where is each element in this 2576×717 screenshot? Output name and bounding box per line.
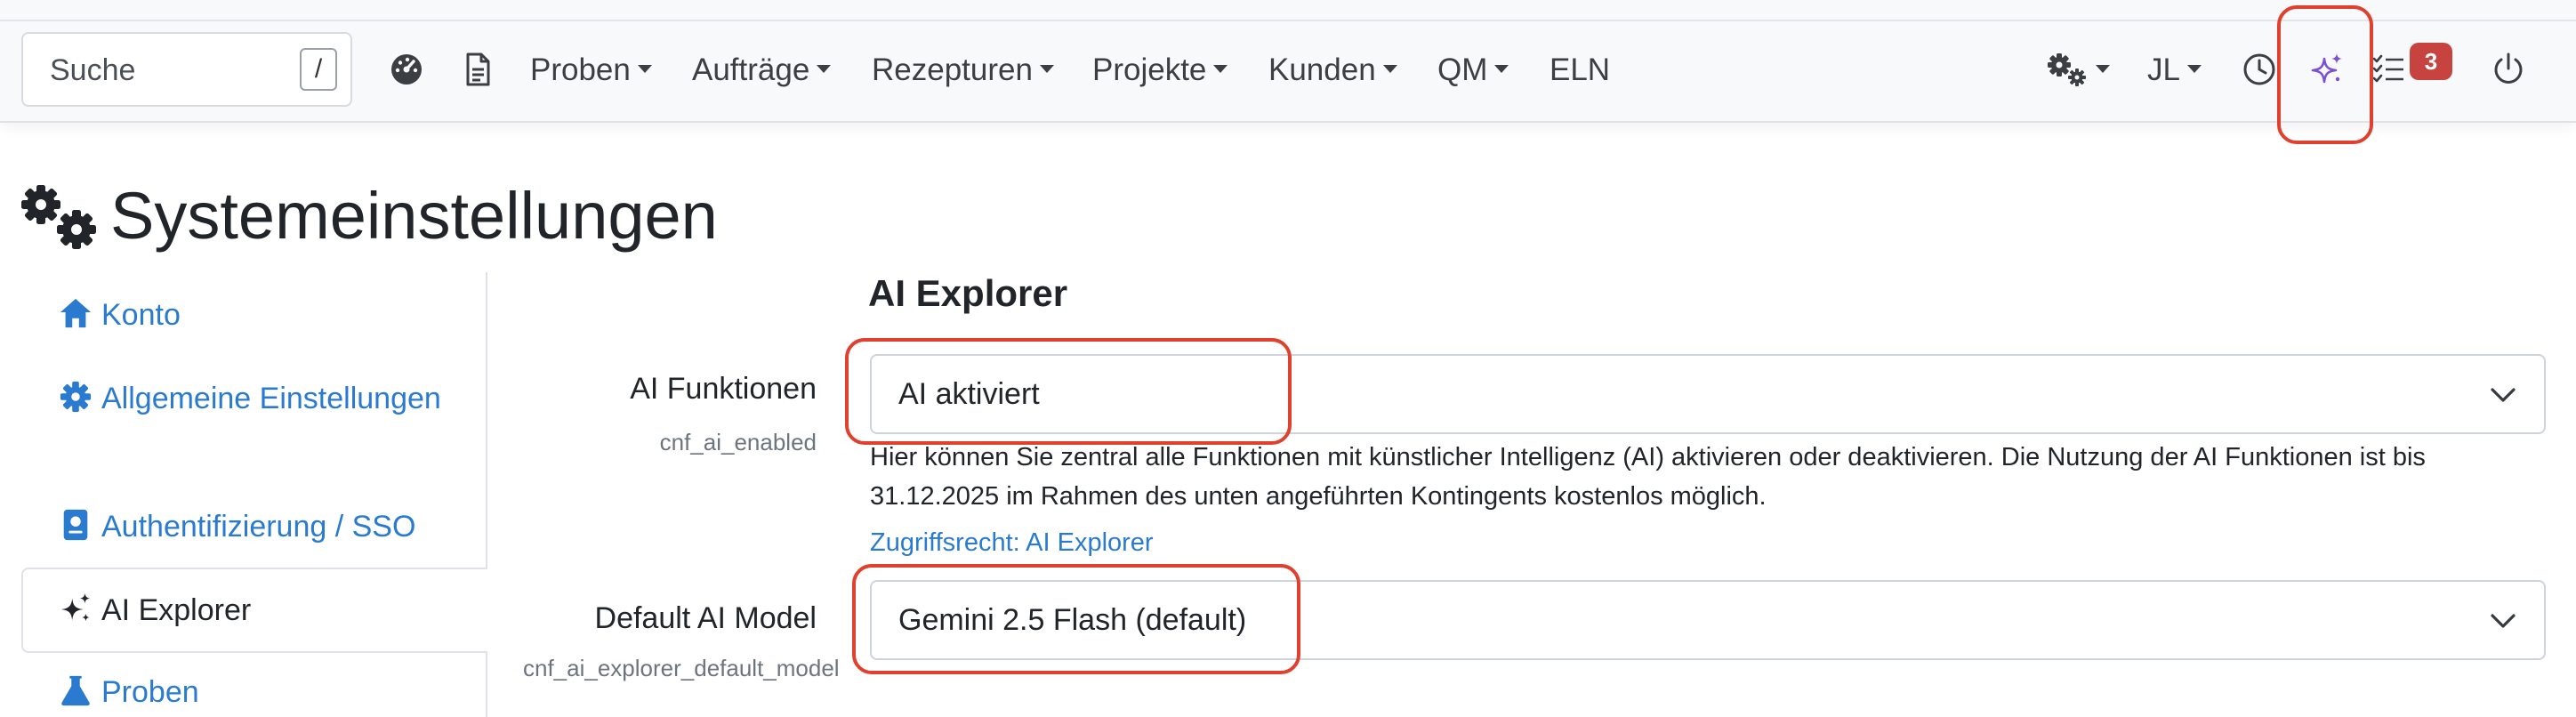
nav-menu-rezepturen[interactable]: Rezepturen xyxy=(872,51,1054,90)
task-count-badge: 3 xyxy=(2410,43,2452,80)
id-card-icon xyxy=(63,509,88,541)
search-shortcut-key: / xyxy=(300,48,337,91)
select-value: Gemini 2.5 Flash (default) xyxy=(898,603,1247,637)
user-menu[interactable]: JL xyxy=(2147,51,2202,90)
sparkles-icon xyxy=(60,592,91,622)
sidebar-item-label: Konto xyxy=(101,298,181,332)
ai-sparkles-icon[interactable] xyxy=(2309,52,2345,87)
sidebar-item-label: AI Explorer xyxy=(101,593,252,627)
settings-gears-icon xyxy=(21,185,96,249)
sidebar-item-proben[interactable]: Proben xyxy=(59,669,199,715)
sidebar-item-label: Allgemeine Einstellungen xyxy=(101,382,441,415)
nav-menu-proben[interactable]: Proben xyxy=(530,51,652,90)
field-label-default-ai-model: Default AI Model xyxy=(594,601,817,635)
nav-menu-label: ELN xyxy=(1550,52,1611,87)
sidebar-item-allgemeine-einstellungen[interactable]: Allgemeine Einstellungen xyxy=(59,375,468,422)
sidebar-item-label: Authentifizierung / SSO xyxy=(101,510,416,544)
settings-gears-icon xyxy=(2048,52,2086,86)
sidebar-item-konto[interactable]: Konto xyxy=(59,292,181,338)
caret-down-icon xyxy=(2186,65,2202,74)
user-initials: JL xyxy=(2147,52,2180,87)
nav-menu-label: Projekte xyxy=(1092,52,1207,87)
nav-menu-label: QM xyxy=(1437,52,1488,87)
default-ai-model-select[interactable]: Gemini 2.5 Flash (default) xyxy=(870,580,2546,660)
section-title: AI Explorer xyxy=(868,272,1068,314)
access-rights-link[interactable]: Zugriffsrecht: AI Explorer xyxy=(870,523,1154,562)
field-key-cnf-ai-enabled: cnf_ai_enabled xyxy=(659,429,817,455)
nav-menu-projekte[interactable]: Projekte xyxy=(1092,51,1228,90)
nav-menu-eln[interactable]: ELN xyxy=(1550,51,1610,90)
navbar-top-border xyxy=(0,20,2576,21)
caret-down-icon xyxy=(1494,65,1509,74)
caret-down-icon xyxy=(1382,65,1397,74)
field-label-ai-funktionen: AI Funktionen xyxy=(630,372,817,406)
nav-menu-kunden[interactable]: Kunden xyxy=(1268,51,1397,90)
caret-down-icon xyxy=(817,65,832,74)
search-input[interactable] xyxy=(48,48,301,93)
ai-funktionen-help-text: Hier können Sie zentral alle Funktionen … xyxy=(870,443,2426,511)
power-icon[interactable] xyxy=(2491,52,2526,87)
dashboard-icon[interactable] xyxy=(389,52,424,87)
flask-icon xyxy=(61,675,90,706)
nav-menu-label: Proben xyxy=(530,52,631,87)
task-list-icon[interactable] xyxy=(2371,52,2407,87)
caret-down-icon xyxy=(637,65,652,74)
chevron-down-icon xyxy=(2491,388,2516,402)
home-icon xyxy=(60,298,92,328)
chevron-down-icon xyxy=(2491,614,2516,628)
nav-menu-label: Kunden xyxy=(1268,52,1376,87)
sidebar-item-label: Proben xyxy=(101,675,199,709)
top-navbar: / Proben Aufträge Rezepturen Projekte Ku… xyxy=(0,0,2576,123)
ai-funktionen-select[interactable]: AI aktiviert xyxy=(870,354,2546,434)
field-key-cnf-ai-explorer-default-model: cnf_ai_explorer_default_model xyxy=(523,655,840,681)
caret-down-icon xyxy=(2096,65,2110,74)
page-title: Systemeinstellungen xyxy=(110,179,718,253)
caret-down-icon xyxy=(1039,65,1054,74)
gear-icon xyxy=(60,381,92,413)
search-box[interactable]: / xyxy=(21,32,352,107)
nav-menu-auftraege[interactable]: Aufträge xyxy=(692,51,832,90)
nav-menu-label: Aufträge xyxy=(692,52,810,87)
document-icon[interactable] xyxy=(460,52,495,87)
caret-down-icon xyxy=(1213,65,1228,74)
settings-menu[interactable] xyxy=(2046,51,2110,90)
nav-menu-label: Rezepturen xyxy=(872,52,1033,87)
nav-menu-qm[interactable]: QM xyxy=(1437,51,1509,90)
sidebar-item-ai-explorer[interactable]: AI Explorer xyxy=(59,587,251,633)
history-clock-icon[interactable] xyxy=(2242,52,2277,87)
select-value: AI aktiviert xyxy=(898,377,1040,411)
sidebar-item-authentifizierung-sso[interactable]: Authentifizierung / SSO xyxy=(59,504,415,550)
